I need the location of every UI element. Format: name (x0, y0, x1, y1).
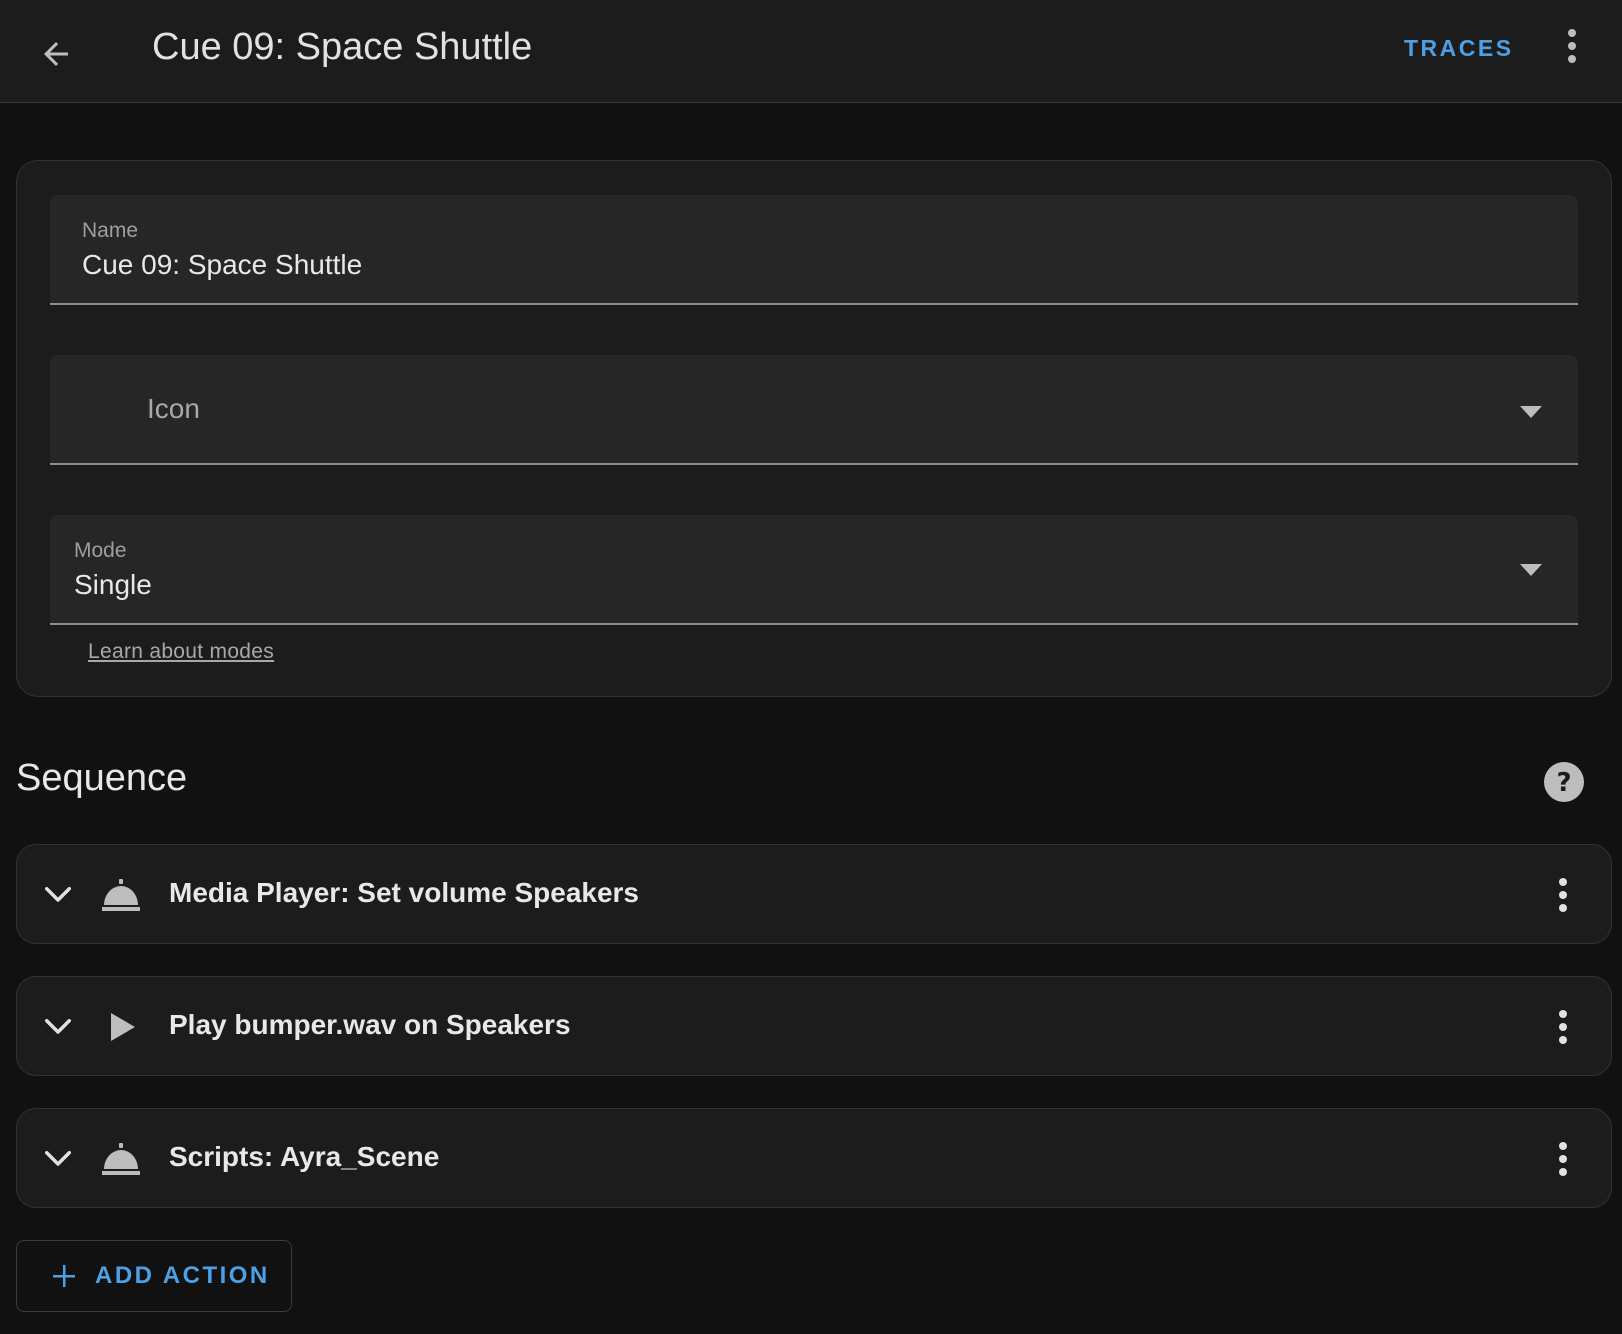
name-field-label: Name (82, 219, 139, 242)
action-menu-button[interactable] (1543, 867, 1583, 923)
action-row[interactable]: Scripts: Ayra_Scene (16, 1108, 1612, 1208)
chevron-down-icon[interactable] (43, 880, 73, 910)
action-label: Scripts: Ayra_Scene (169, 1141, 440, 1172)
dots-vertical-icon (1559, 1142, 1567, 1176)
traces-button[interactable]: TRACES (1390, 26, 1528, 70)
learn-about-modes-link[interactable]: Learn about modes (88, 640, 274, 664)
name-field-value[interactable]: Cue 09: Space Shuttle (82, 249, 362, 281)
play-icon (111, 1013, 135, 1041)
add-action-label: ADD ACTION (95, 1262, 270, 1289)
action-row[interactable]: Play bumper.wav on Speakers (16, 976, 1612, 1076)
arrow-left-icon (44, 42, 68, 66)
action-label: Play bumper.wav on Speakers (169, 1009, 571, 1040)
overflow-menu-button[interactable] (1552, 18, 1592, 74)
chevron-down-icon[interactable] (43, 1012, 73, 1042)
back-button[interactable] (24, 22, 88, 86)
top-app-bar: Cue 09: Space Shuttle TRACES (0, 0, 1622, 103)
icon-picker[interactable]: Icon (50, 355, 1578, 465)
room-service-icon (102, 879, 140, 911)
script-details-card: Name Cue 09: Space Shuttle Icon Mode Sin… (16, 160, 1612, 697)
action-menu-button[interactable] (1543, 1131, 1583, 1187)
dots-vertical-icon (1559, 1010, 1567, 1044)
page-title: Cue 09: Space Shuttle (152, 26, 533, 68)
mode-select-label: Mode (74, 539, 127, 562)
icon-picker-placeholder: Icon (147, 393, 200, 424)
dots-vertical-icon (1559, 878, 1567, 912)
action-label: Media Player: Set volume Speakers (169, 877, 639, 908)
name-field[interactable]: Name Cue 09: Space Shuttle (50, 195, 1578, 305)
chevron-down-icon[interactable] (43, 1144, 73, 1174)
menu-down-icon (1520, 406, 1542, 418)
add-action-button[interactable]: ADD ACTION (16, 1240, 292, 1312)
plus-icon (53, 1265, 75, 1287)
menu-down-icon (1520, 564, 1542, 576)
dots-vertical-icon (1568, 29, 1576, 63)
mode-select-value: Single (74, 569, 152, 600)
sequence-heading: Sequence (16, 757, 188, 799)
svg-text:?: ? (1556, 768, 1571, 798)
room-service-icon (102, 1143, 140, 1175)
mode-select[interactable]: Mode Single (50, 515, 1578, 625)
action-menu-button[interactable] (1543, 999, 1583, 1055)
action-row[interactable]: Media Player: Set volume Speakers (16, 844, 1612, 944)
help-circle-icon[interactable]: ? (1544, 762, 1584, 802)
